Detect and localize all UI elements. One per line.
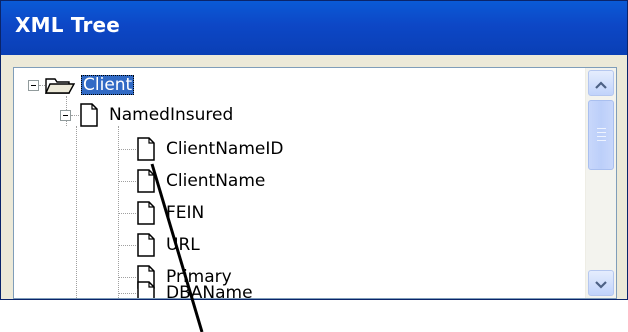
tree-node-client[interactable]: Client bbox=[28, 70, 135, 100]
tree-label-leaf: ClientNameID bbox=[166, 139, 284, 159]
tree-node-leaf[interactable]: ClientName bbox=[118, 166, 265, 196]
scroll-down-button[interactable] bbox=[588, 270, 614, 296]
document-icon bbox=[136, 281, 156, 298]
tree-node-leaf[interactable]: ClientNameID bbox=[118, 134, 283, 164]
document-icon bbox=[136, 201, 156, 225]
tree-node-leaf[interactable]: URL bbox=[118, 230, 200, 260]
title-bar[interactable]: XML Tree bbox=[1, 1, 627, 55]
tree-label-leaf: ClientName bbox=[166, 171, 266, 191]
collapse-toggle[interactable] bbox=[60, 109, 71, 121]
tree-label-leaf: FEIN bbox=[166, 203, 205, 223]
tree-label-leaf: DBAName bbox=[166, 283, 253, 299]
document-icon bbox=[136, 137, 156, 161]
scroll-thumb[interactable] bbox=[588, 100, 614, 170]
tree-label-client: Client bbox=[81, 75, 135, 95]
chevron-up-icon bbox=[595, 74, 607, 93]
window-title: XML Tree bbox=[15, 13, 121, 37]
open-folder-icon bbox=[45, 75, 75, 95]
document-icon bbox=[136, 169, 156, 193]
chevron-down-icon bbox=[595, 274, 607, 293]
scroll-up-button[interactable] bbox=[588, 70, 614, 96]
tree-node-namedinsured[interactable]: NamedInsured bbox=[60, 100, 233, 130]
tree-connector-line bbox=[76, 126, 77, 298]
tree-view[interactable]: Client NamedInsured ClientNameID ClientN… bbox=[13, 67, 617, 299]
tree-node-leaf[interactable]: FEIN bbox=[118, 198, 204, 228]
xml-tree-window: XML Tree Client NamedInsured ClientNameI… bbox=[0, 0, 628, 300]
document-icon bbox=[136, 233, 156, 257]
tree-node-leaf[interactable]: DBAName bbox=[118, 278, 253, 299]
collapse-toggle[interactable] bbox=[28, 79, 39, 91]
document-icon bbox=[79, 103, 99, 127]
tree-label-namedinsured: NamedInsured bbox=[109, 105, 234, 125]
tree-label-leaf: URL bbox=[166, 235, 200, 255]
vertical-scrollbar[interactable] bbox=[585, 68, 616, 298]
